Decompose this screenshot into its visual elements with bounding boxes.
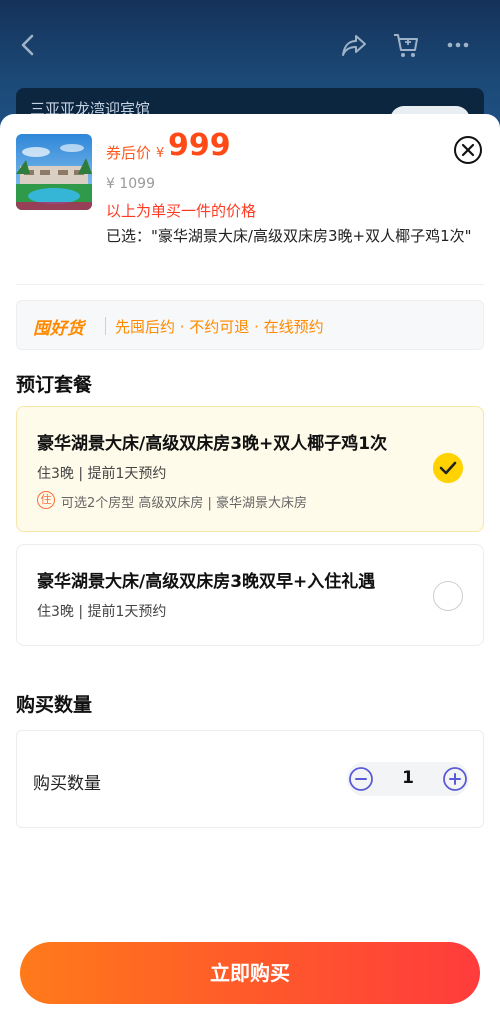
quantity-section-title: 购买数量 <box>16 694 93 716</box>
promo-banner: 囤好货 先囤后约 · 不约可退 · 在线预约 <box>16 300 484 350</box>
divider <box>16 284 484 285</box>
quantity-box: 购买数量 1 <box>16 730 484 828</box>
checkmark-selected-icon <box>433 453 463 483</box>
purchase-sheet: 券后价 ¥ 999 ¥ 1099 以上为单买一件的价格 已选："豪华湖景大床/高… <box>0 114 500 1012</box>
package-name: 豪华湖景大床/高级双床房3晚双早+入住礼遇 <box>37 572 376 592</box>
price-label: 券后价 <box>106 144 152 162</box>
price-value: 999 <box>168 128 231 163</box>
share-arrow-icon[interactable] <box>340 32 368 58</box>
quantity-stepper[interactable]: 1 <box>347 762 469 796</box>
chevron-left-icon[interactable] <box>16 30 40 60</box>
original-price: ¥ 1099 <box>106 176 155 192</box>
package-details: 住3晚 | 提前1天预约 <box>37 604 167 620</box>
package-details: 住3晚 | 提前1天预约 <box>37 466 167 482</box>
promo-logo: 囤好货 <box>33 319 84 339</box>
radio-unselected-icon <box>433 581 463 611</box>
plus-icon[interactable] <box>441 765 469 793</box>
room-options-text: 可选2个房型 高级双床房 | 豪华湖景大床房 <box>61 496 308 511</box>
buy-now-button[interactable]: 立即购买 <box>20 942 480 1004</box>
promo-divider <box>105 317 106 335</box>
cart-icon[interactable] <box>392 30 420 60</box>
package-name: 豪华湖景大床/高级双床房3晚+双人椰子鸡1次 <box>37 434 388 454</box>
quantity-value: 1 <box>402 768 414 788</box>
minus-icon[interactable] <box>347 765 375 793</box>
quantity-label: 购买数量 <box>33 774 101 794</box>
package-section-title: 预订套餐 <box>16 374 93 396</box>
price-currency: ¥ <box>156 146 165 161</box>
product-thumbnail <box>16 134 92 210</box>
promo-text: 先囤后约 · 不约可退 · 在线预约 <box>115 318 324 336</box>
package-option-1[interactable]: 豪华湖景大床/高级双床房3晚+双人椰子鸡1次 住3晚 | 提前1天预约 住 可选… <box>16 406 484 532</box>
package-option-2[interactable]: 豪华湖景大床/高级双床房3晚双早+入住礼遇 住3晚 | 提前1天预约 <box>16 544 484 646</box>
selected-package-text: 已选："豪华湖景大床/高级双床房3晚+双人椰子鸡1次" <box>106 227 472 245</box>
room-tag-badge: 住 <box>37 491 55 509</box>
close-icon[interactable] <box>453 135 483 165</box>
more-dots-icon[interactable] <box>444 32 472 58</box>
price-note: 以上为单买一件的价格 <box>106 202 257 220</box>
